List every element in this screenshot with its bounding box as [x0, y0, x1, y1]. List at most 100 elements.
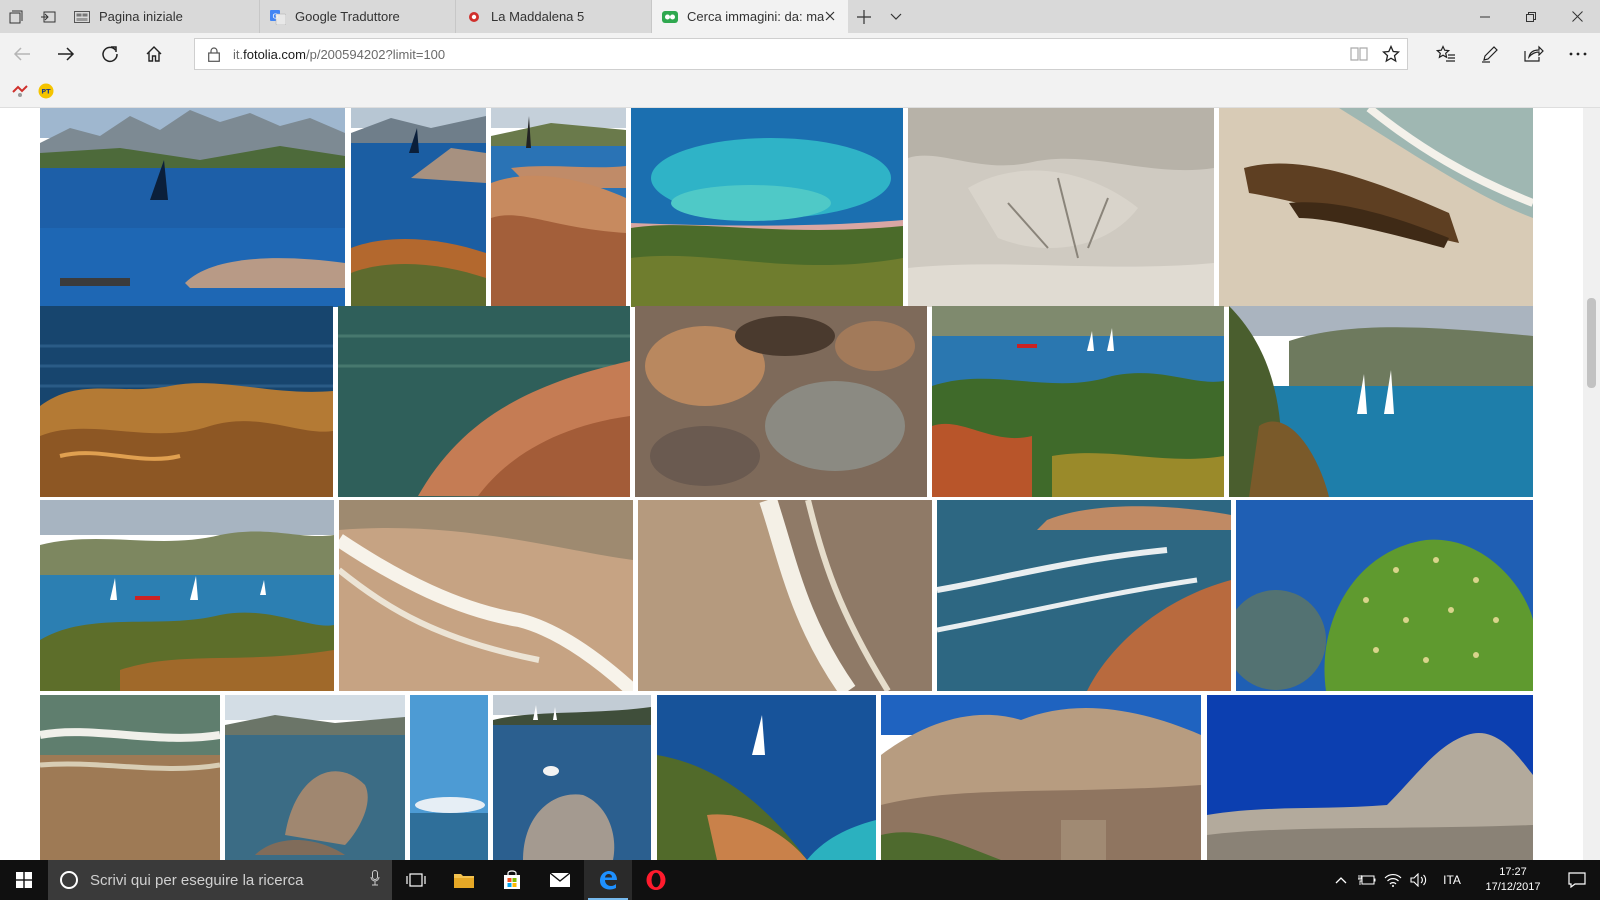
- photo-thumbnail[interactable]: [40, 500, 334, 691]
- action-center-button[interactable]: [1554, 860, 1600, 900]
- photo-thumbnail[interactable]: [338, 306, 630, 497]
- network-button[interactable]: [1380, 873, 1406, 887]
- photo-thumbnail[interactable]: [1219, 108, 1533, 307]
- photo-thumbnail[interactable]: [1236, 500, 1533, 691]
- back-button[interactable]: [0, 33, 44, 75]
- taskbar-search-box[interactable]: Scrivi qui per eseguire la ricerca: [48, 860, 392, 900]
- photo-thumbnail[interactable]: [40, 108, 345, 307]
- photo-thumbnail[interactable]: [40, 695, 220, 860]
- tab-start-page[interactable]: Pagina iniziale: [64, 0, 260, 33]
- tab-label: Cerca immagini: da: ma: [687, 9, 825, 24]
- favorite-item[interactable]: [8, 79, 32, 103]
- close-tab-button[interactable]: [822, 8, 838, 24]
- tab-la-maddalena[interactable]: La Maddalena 5: [456, 0, 652, 33]
- photo-thumbnail[interactable]: [638, 500, 932, 691]
- input-language-button[interactable]: ITA: [1432, 873, 1472, 887]
- page-content: [0, 108, 1600, 860]
- set-tabs-aside-button[interactable]: [32, 0, 64, 33]
- google-translate-icon: G: [270, 9, 286, 25]
- tab-groups-button[interactable]: [0, 0, 32, 33]
- home-button[interactable]: [132, 33, 176, 75]
- chevron-up-icon: [1335, 877, 1347, 884]
- favorite-red-icon: [12, 85, 28, 97]
- new-tab-button[interactable]: [848, 0, 880, 33]
- photo-thumbnail[interactable]: [657, 695, 876, 860]
- window-controls: [1462, 0, 1600, 33]
- photo-thumbnail[interactable]: [631, 108, 903, 307]
- forward-button[interactable]: [44, 33, 88, 75]
- windows-taskbar: Scrivi qui per eseguire la ricerca ITA 1…: [0, 860, 1600, 900]
- volume-button[interactable]: [1406, 873, 1432, 887]
- arrow-left-icon: [13, 47, 30, 61]
- chevron-down-icon: [890, 13, 902, 20]
- vertical-scrollbar[interactable]: [1583, 108, 1600, 860]
- windows-logo-icon: [16, 872, 32, 888]
- photo-thumbnail[interactable]: [1229, 306, 1533, 497]
- system-tray: ITA 17:27 17/12/2017: [1328, 860, 1600, 900]
- web-note-button[interactable]: [1468, 33, 1512, 75]
- task-view-icon: [406, 873, 426, 887]
- minimize-button[interactable]: [1462, 0, 1508, 33]
- search-placeholder: Scrivi qui per eseguire la ricerca: [90, 871, 304, 889]
- navigation-bar: it.fotolia.com/p/200594202?limit=100: [0, 33, 1600, 75]
- url-text[interactable]: it.fotolia.com/p/200594202?limit=100: [233, 47, 1343, 62]
- lock-icon[interactable]: [195, 46, 233, 62]
- refresh-button[interactable]: [88, 33, 132, 75]
- photo-thumbnail[interactable]: [932, 306, 1224, 497]
- url-domain: fotolia.com: [243, 46, 306, 62]
- close-window-button[interactable]: [1554, 0, 1600, 33]
- opera-icon: [646, 870, 666, 890]
- microphone-icon[interactable]: [370, 870, 380, 890]
- battery-button[interactable]: [1354, 873, 1380, 887]
- file-explorer-button[interactable]: [440, 860, 488, 900]
- plus-icon: [857, 9, 871, 24]
- show-hidden-icons-button[interactable]: [1328, 876, 1354, 884]
- cortana-icon: [60, 871, 78, 889]
- speaker-icon: [1410, 873, 1427, 887]
- add-to-favorites-button[interactable]: [1375, 39, 1407, 69]
- refresh-icon: [102, 46, 118, 63]
- tab-fotolia-search[interactable]: Cerca immagini: da: ma: [652, 0, 848, 33]
- photo-thumbnail[interactable]: [351, 108, 486, 307]
- photo-thumbnail[interactable]: [339, 500, 633, 691]
- photo-thumbnail[interactable]: [635, 306, 927, 497]
- edge-button[interactable]: [584, 860, 632, 900]
- share-button[interactable]: [1512, 33, 1556, 75]
- favorites-list-icon: [1436, 45, 1455, 62]
- restore-button[interactable]: [1508, 0, 1554, 33]
- battery-plug-icon: [1358, 875, 1376, 885]
- photo-thumbnail[interactable]: [1207, 695, 1533, 860]
- clock-button[interactable]: 17:27 17/12/2017: [1472, 865, 1554, 895]
- address-bar[interactable]: it.fotolia.com/p/200594202?limit=100: [194, 38, 1408, 70]
- photo-thumbnail[interactable]: [491, 108, 626, 307]
- photo-thumbnail[interactable]: [493, 695, 651, 860]
- tab-preview-button[interactable]: [880, 0, 912, 33]
- tab-google-translate[interactable]: G Google Traduttore: [260, 0, 456, 33]
- reading-view-button[interactable]: [1343, 39, 1375, 69]
- share-icon: [1524, 45, 1544, 62]
- photo-thumbnail[interactable]: [410, 695, 488, 860]
- photo-thumbnail[interactable]: [908, 108, 1214, 307]
- start-page-icon: [74, 9, 90, 25]
- favorites-hub-button[interactable]: [1424, 33, 1468, 75]
- tabs-aside-icon: [9, 10, 23, 23]
- scrollbar-thumb[interactable]: [1587, 298, 1596, 388]
- url-prefix: it.: [233, 46, 244, 62]
- mail-button[interactable]: [536, 860, 584, 900]
- folder-icon: [454, 874, 474, 888]
- favorite-item[interactable]: PT: [34, 79, 58, 103]
- task-view-button[interactable]: [392, 860, 440, 900]
- site-favicon: [466, 9, 482, 25]
- photo-thumbnail[interactable]: [225, 695, 405, 860]
- opera-button[interactable]: [632, 860, 680, 900]
- photo-thumbnail[interactable]: [937, 500, 1231, 691]
- more-settings-button[interactable]: [1556, 33, 1600, 75]
- start-button[interactable]: [0, 860, 48, 900]
- tab-bar: Pagina iniziale G Google Traduttore La M…: [0, 0, 1600, 33]
- restore-icon: [1526, 11, 1536, 22]
- photo-thumbnail[interactable]: [40, 306, 333, 497]
- svg-text:PT: PT: [41, 88, 51, 96]
- store-button[interactable]: [488, 860, 536, 900]
- photo-thumbnail[interactable]: [881, 695, 1201, 860]
- minimize-icon: [1480, 16, 1490, 17]
